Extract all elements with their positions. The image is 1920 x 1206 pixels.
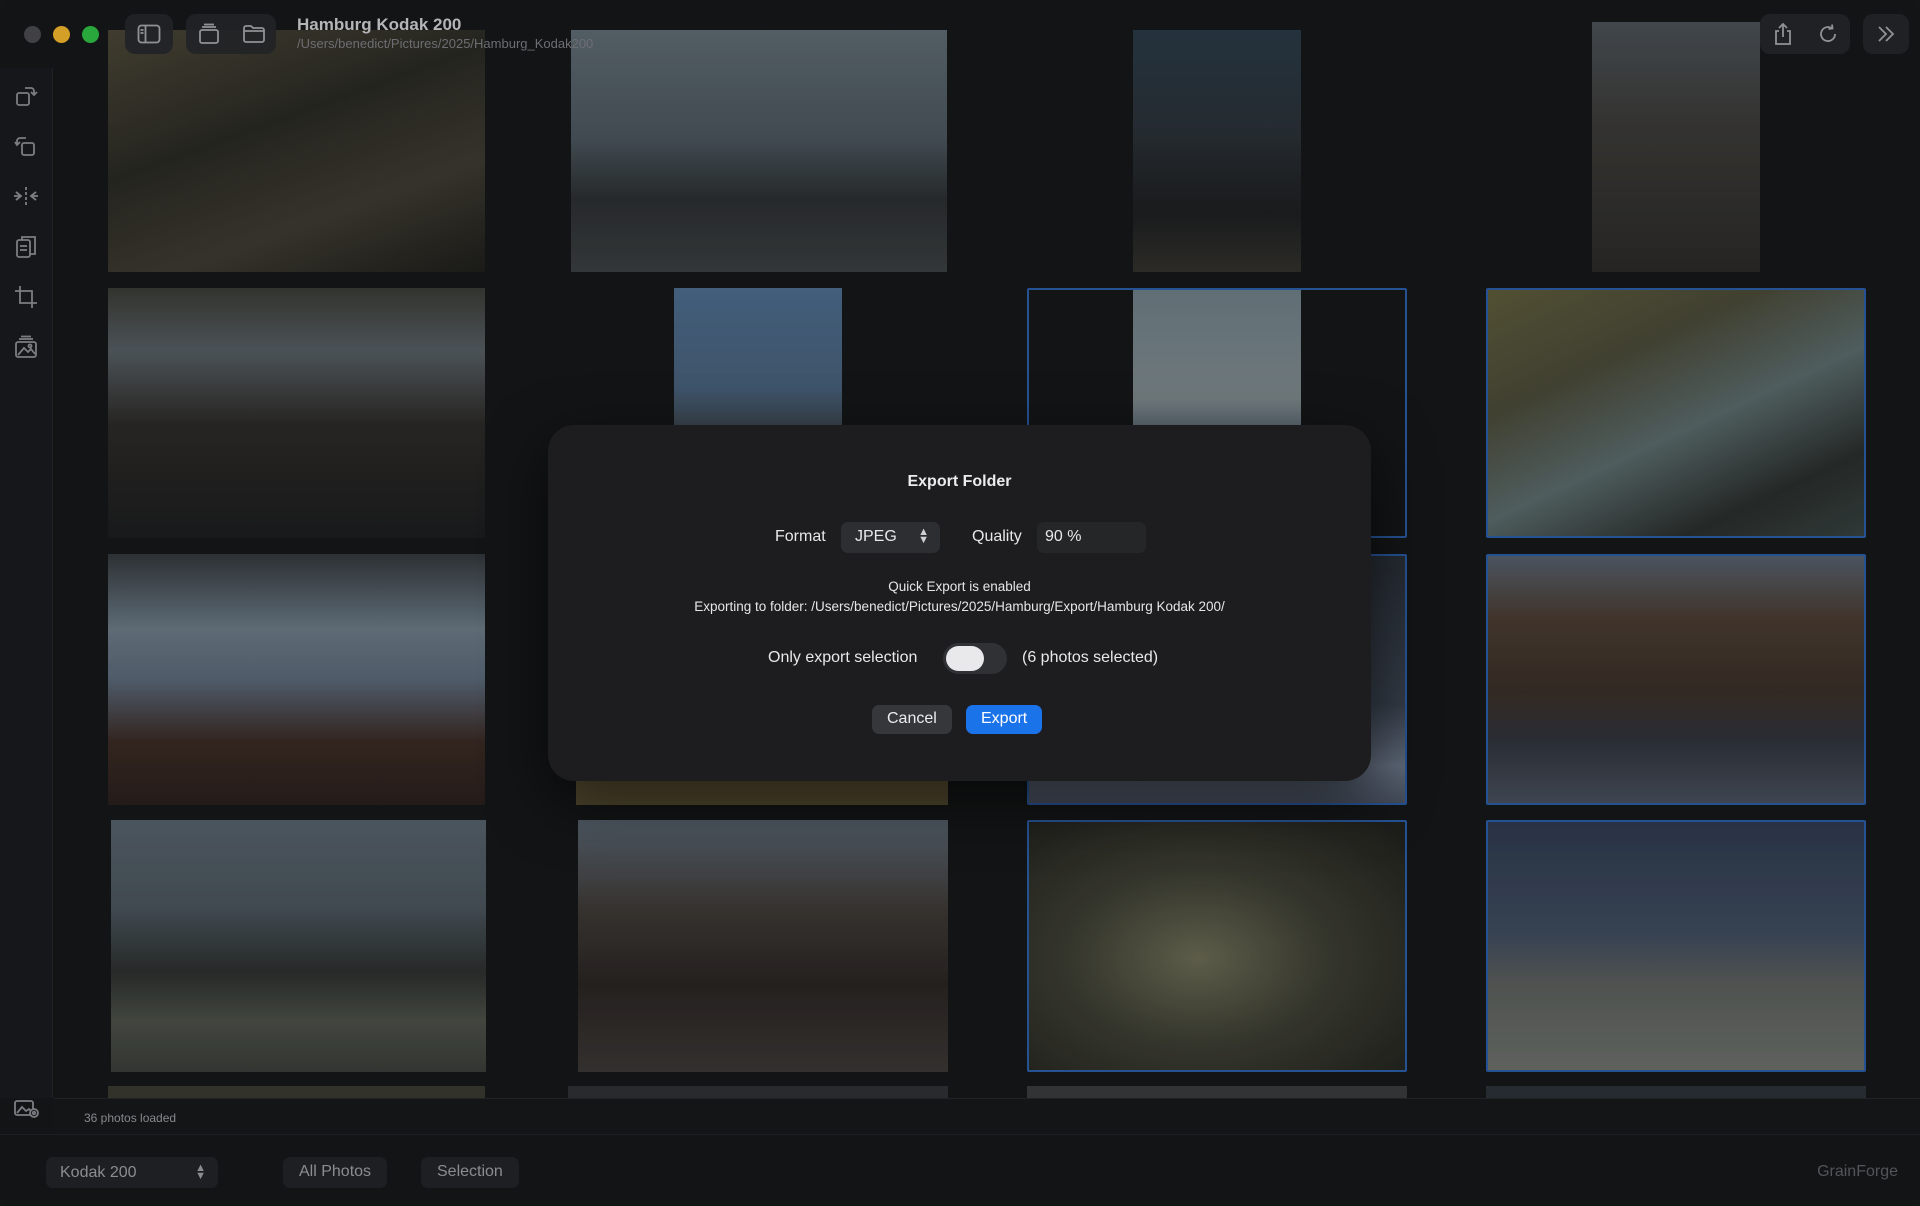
cancel-button[interactable]: Cancel bbox=[872, 705, 952, 734]
quick-export-notice: Quick Export is enabled bbox=[888, 579, 1031, 594]
format-select[interactable]: JPEG ▲ ▼ bbox=[841, 522, 940, 553]
format-label: Format bbox=[775, 528, 826, 545]
selected-count-label: (6 photos selected) bbox=[1022, 649, 1159, 666]
toggle-knob bbox=[946, 646, 984, 671]
quality-field[interactable]: 90 % bbox=[1037, 522, 1146, 553]
dialog-title: Export Folder bbox=[907, 473, 1012, 490]
chevron-updown-icon: ▲ ▼ bbox=[918, 526, 929, 546]
export-path-notice: Exporting to folder: /Users/benedict/Pic… bbox=[694, 599, 1225, 614]
format-value: JPEG bbox=[855, 528, 897, 545]
export-dialog: Export Folder Format JPEG ▲ ▼ Quality 90 … bbox=[548, 425, 1371, 781]
only-selection-label: Only export selection bbox=[768, 649, 918, 666]
app-window: Hamburg Kodak 200 /Users/benedict/Pictur… bbox=[0, 0, 1920, 1206]
quality-label: Quality bbox=[972, 528, 1022, 545]
only-selection-toggle[interactable] bbox=[943, 643, 1007, 674]
export-button[interactable]: Export bbox=[966, 705, 1043, 734]
